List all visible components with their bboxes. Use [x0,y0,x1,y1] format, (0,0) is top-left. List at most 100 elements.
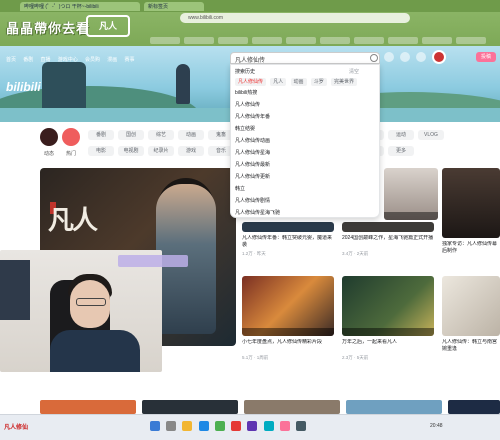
video-thumbnail[interactable] [242,276,334,336]
video-card[interactable]: 2024国创巅峰之作，星海飞驰篇正式开播 3.4万 · 2天前 [342,222,434,257]
video-title[interactable]: 凡人修仙传：韩立与南宫婉重逢 [442,339,500,353]
hot-search-item[interactable]: 凡人修仙传最新 [235,159,377,171]
taskbar-app-label[interactable]: 凡人修仙 [4,422,28,431]
clear-history-button[interactable]: 清空 [349,68,359,75]
channel-button[interactable]: 国创 [118,130,144,140]
bilibili-logo[interactable]: bilibili [6,80,41,94]
bookmark-item[interactable] [354,37,384,44]
nav-item[interactable]: 漫画 [107,56,117,63]
video-meta: 2.3万 · 5天前 [342,355,369,360]
dynamic-icon[interactable] [40,128,58,146]
history-tag[interactable]: 斗罗 [310,78,327,86]
video-thumbnail[interactable] [40,400,136,414]
video-thumbnail[interactable] [342,222,434,232]
hot-icon[interactable] [62,128,80,146]
channel-button[interactable]: 更多 [388,146,414,156]
start-icon[interactable] [150,421,160,431]
hot-search-item[interactable]: 凡人修仙传剧情 [235,195,377,207]
video-card[interactable]: 凡人修仙传年番：韩立突破元婴，魔道来袭 1.2万 · 昨天 [242,222,334,257]
address-bar[interactable]: www.bilibili.com [180,13,410,23]
tab-bilibili[interactable]: 哔哩哔哩 (゜-゜)つロ 干杯~-bilibili [20,2,140,11]
edge-icon[interactable] [198,421,209,431]
channel-button[interactable]: 电影 [88,146,114,156]
app-icon[interactable] [263,421,274,431]
hot-search-item[interactable]: 韩立结婴 [235,123,377,135]
upload-button[interactable]: 投稿 [476,52,496,62]
channel-button[interactable]: 动画 [178,130,204,140]
video-card[interactable]: 小七年度盘点，凡人修仙传精彩片段 5.1万 · 1周前 [242,276,334,361]
video-title[interactable]: 凡人修仙传年番：韩立突破元婴，魔道来袭 [242,235,334,249]
video-thumbnail[interactable] [384,168,438,220]
history-tag[interactable]: 凡人修仙传 [235,78,267,86]
search-icon[interactable] [370,54,378,62]
video-thumbnail[interactable] [342,276,434,336]
message-icon[interactable] [384,52,394,62]
hot-search-item[interactable]: 凡人修仙传更新 [235,171,377,183]
channel-button[interactable]: VLOG [418,130,444,140]
nav-item[interactable]: 赛事 [125,56,135,63]
bookmark-item[interactable] [320,37,350,44]
bookmark-item[interactable] [184,37,214,44]
channel-button[interactable]: 游戏 [178,146,204,156]
search-dropdown: 搜索历史 清空 凡人修仙传 凡人 动画 斗罗 完美世界 bilibili热搜 凡… [230,64,380,218]
hot-search-item[interactable]: 凡人修仙传动画 [235,135,377,147]
video-thumbnail[interactable] [346,400,442,414]
bookmark-item[interactable] [456,37,486,44]
channel-button[interactable]: 电视剧 [118,146,144,156]
bookmark-item[interactable] [422,37,452,44]
channel-button[interactable]: 综艺 [148,130,174,140]
bookmark-item[interactable] [218,37,248,44]
bookmark-item[interactable] [150,37,180,44]
video-card[interactable]: 凡人修仙传：韩立与南宫婉重逢 [442,276,500,353]
folder-icon[interactable] [182,421,193,431]
chrome-icon[interactable] [214,421,225,431]
hot-search-item[interactable]: 凡人修仙传年番 [235,111,377,123]
video-thumbnail[interactable] [442,168,500,238]
header-icons [384,52,430,64]
video-thumbnail[interactable] [442,276,500,336]
nav-item[interactable]: 游戏中心 [58,56,78,63]
search-icon[interactable] [166,421,177,431]
video-thumbnail[interactable] [244,400,340,414]
clock[interactable]: 20:48 [430,423,443,429]
video-card[interactable]: 独家专访：凡人修仙传幕后制作 [442,168,500,255]
history-tag[interactable]: 完美世界 [331,78,358,86]
thumbnail-caption [342,328,434,336]
video-card[interactable] [384,168,438,220]
tab-new[interactable]: 新标签页 [144,2,204,11]
video-title[interactable]: 独家专访：凡人修仙传幕后制作 [442,241,500,255]
nav-item[interactable]: 番剧 [23,56,33,63]
hot-search-item[interactable]: 凡人修仙传星海 [235,147,377,159]
app-icon[interactable] [231,421,242,431]
video-title[interactable]: 万年之后，一起来看凡人 [342,339,434,353]
history-tag[interactable]: 动画 [290,78,307,86]
bookmark-item[interactable] [286,37,316,44]
hot-search-item[interactable]: 凡人修仙传 [235,99,377,111]
video-thumbnail[interactable] [448,400,500,414]
video-title[interactable]: 小七年度盘点，凡人修仙传精彩片段 [242,339,334,353]
search-input[interactable]: 凡人修仙传 [230,52,380,64]
bookmark-item[interactable] [252,37,282,44]
video-thumbnail[interactable] [242,222,334,232]
search-history-title: 搜索历史 [235,69,256,75]
hot-search-item[interactable]: 凡人修仙传星海飞驰 [235,207,377,219]
history-tag[interactable]: 凡人 [270,78,287,86]
browser-tab-bar: 哔哩哔哩 (゜-゜)つロ 干杯~-bilibili 新标签页 [0,0,500,12]
video-card[interactable]: 万年之后，一起来看凡人 2.3万 · 5天前 [342,276,434,361]
nav-item[interactable]: 首页 [6,56,16,63]
nav-item[interactable]: 会员购 [85,56,100,63]
app-icon[interactable] [296,421,307,431]
video-thumbnail[interactable] [142,400,238,414]
favorite-icon[interactable] [416,52,427,62]
channel-button[interactable]: 番剧 [88,130,114,140]
channel-button[interactable]: 纪录片 [148,146,174,156]
bookmark-item[interactable] [388,37,418,44]
nav-item[interactable]: 直播 [41,56,51,63]
app-icon[interactable] [247,421,258,431]
bilibili-icon[interactable] [279,421,290,431]
hot-search-item[interactable]: 韩立 [235,183,377,195]
channel-button[interactable]: 运动 [388,130,414,140]
user-avatar[interactable] [432,50,446,64]
dynamic-icon[interactable] [400,52,411,62]
video-title[interactable]: 2024国创巅峰之作，星海飞驰篇正式开播 [342,235,434,249]
